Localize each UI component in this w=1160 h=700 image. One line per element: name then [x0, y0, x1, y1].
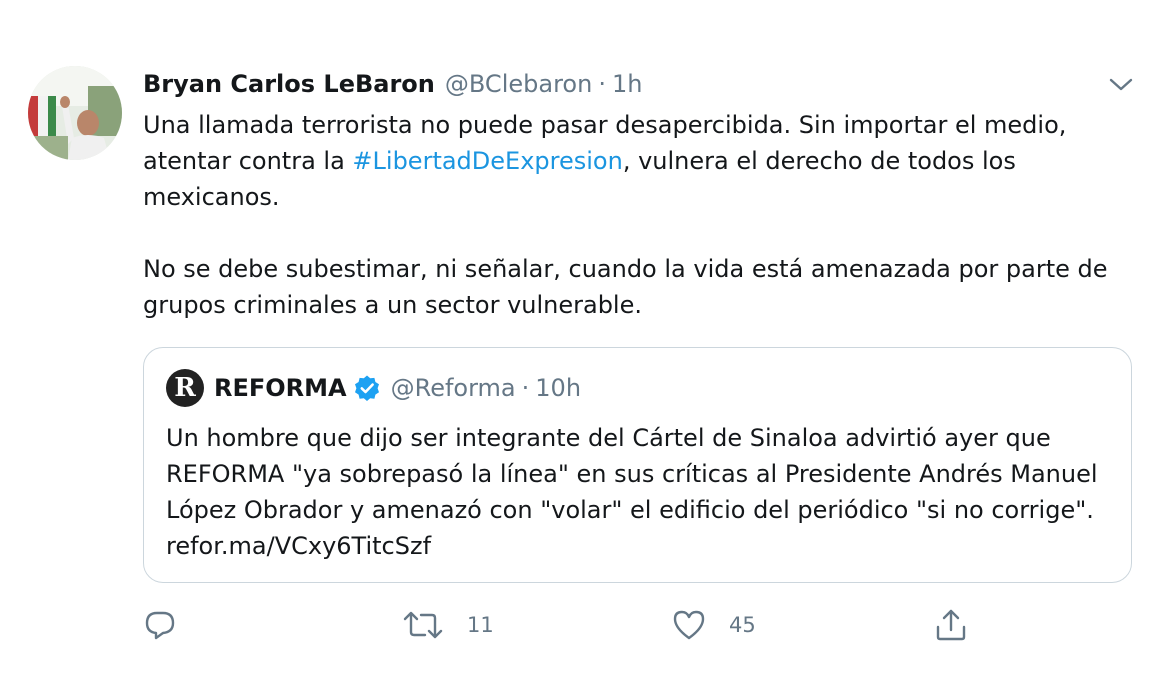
author-handle[interactable]: @BClebaron [445, 70, 592, 98]
quoted-header-separator: · [521, 374, 530, 402]
tweet-page: Bryan Carlos LeBaron @BClebaron · 1h Una… [0, 0, 1160, 700]
tweet-paragraph-1: Una llamada terrorista no puede pasar de… [143, 107, 1133, 215]
share-button[interactable] [933, 602, 969, 648]
right-frame-edge [1150, 0, 1160, 700]
retweet-button[interactable]: 11 [401, 602, 494, 648]
quoted-tweet-text: Un hombre que dijo ser integrante del Cá… [166, 424, 1098, 560]
tweet-header: Bryan Carlos LeBaron @BClebaron · 1h [143, 64, 642, 104]
retweet-icon [403, 611, 443, 639]
reply-icon [145, 611, 175, 640]
header-separator: · [598, 70, 606, 98]
like-count: 45 [729, 613, 756, 637]
reply-button[interactable] [143, 602, 177, 648]
quoted-tweet-card[interactable]: R REFORMA @Reforma · 10h Un hombre que d… [143, 347, 1132, 583]
quoted-timestamp: 10h [535, 374, 582, 402]
avatar-photo [28, 66, 122, 160]
hashtag-link[interactable]: #LibertadDeExpresion [352, 147, 622, 175]
retweet-count: 11 [467, 613, 494, 637]
like-button[interactable]: 45 [671, 602, 756, 648]
tweet-timestamp[interactable]: 1h [612, 70, 642, 98]
more-options-chevron-icon[interactable] [1106, 72, 1136, 96]
share-icon [936, 609, 966, 641]
quoted-tweet-header: R REFORMA @Reforma · 10h [166, 368, 581, 408]
heart-icon [673, 610, 705, 640]
reforma-logo-letter: R [174, 373, 196, 403]
verified-badge-icon [354, 375, 379, 401]
author-name[interactable]: Bryan Carlos LeBaron [143, 70, 435, 98]
tweet-body: Una llamada terrorista no puede pasar de… [143, 107, 1133, 323]
quoted-author-name: REFORMA [214, 374, 347, 402]
reforma-logo: R [166, 369, 204, 407]
author-avatar[interactable] [28, 66, 122, 160]
tweet-actions-bar: 11 45 [143, 602, 1133, 648]
tweet-paragraph-2: No se debe subestimar, ni señalar, cuand… [143, 255, 1108, 319]
quoted-author-handle: @Reforma [390, 374, 516, 402]
